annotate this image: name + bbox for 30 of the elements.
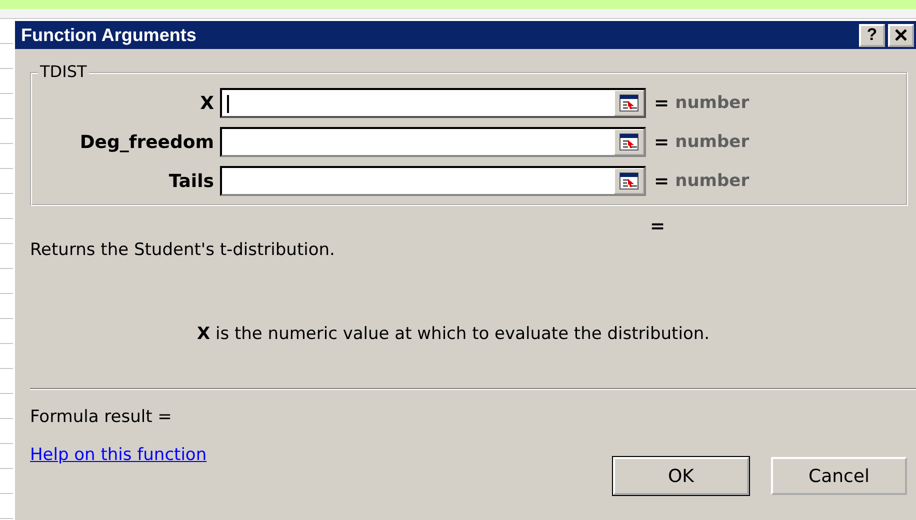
ok-button[interactable]: OK xyxy=(613,457,749,495)
argument-result: number xyxy=(675,132,750,152)
argument-result: number xyxy=(675,93,750,113)
equals-sign: = xyxy=(654,170,670,192)
help-link[interactable]: Help on this function xyxy=(30,445,207,465)
text-cursor xyxy=(227,95,229,113)
collapse-dialog-button[interactable] xyxy=(614,90,644,116)
window-title: Function Arguments xyxy=(21,24,196,46)
input-field[interactable] xyxy=(220,127,646,157)
cancel-button[interactable]: Cancel xyxy=(771,457,907,495)
range-select-icon xyxy=(619,133,639,151)
argument-result: number xyxy=(675,171,750,191)
collapse-dialog-button[interactable] xyxy=(614,168,644,194)
equals-sign: = xyxy=(654,132,670,152)
result-text: = xyxy=(650,216,666,238)
collapse-dialog-button[interactable] xyxy=(614,129,644,155)
help-button[interactable]: ? xyxy=(859,24,885,46)
function-description: Returns the Student's t-distribution. xyxy=(30,240,336,260)
input-field[interactable] xyxy=(220,166,646,196)
range-select-icon xyxy=(619,172,639,190)
close-button[interactable] xyxy=(888,24,914,46)
range-select-icon xyxy=(619,94,639,112)
argument-label: Tails xyxy=(168,170,215,192)
argument-label: Deg_freedom xyxy=(78,132,215,152)
close-icon xyxy=(894,29,908,41)
equals-sign: = xyxy=(654,92,670,114)
input-field[interactable] xyxy=(220,88,646,118)
argument-description: X is the numeric value at which to evaluate the distribution. xyxy=(197,324,711,344)
argument-label: X xyxy=(199,92,215,114)
formula-result: Formula result = xyxy=(30,407,173,427)
